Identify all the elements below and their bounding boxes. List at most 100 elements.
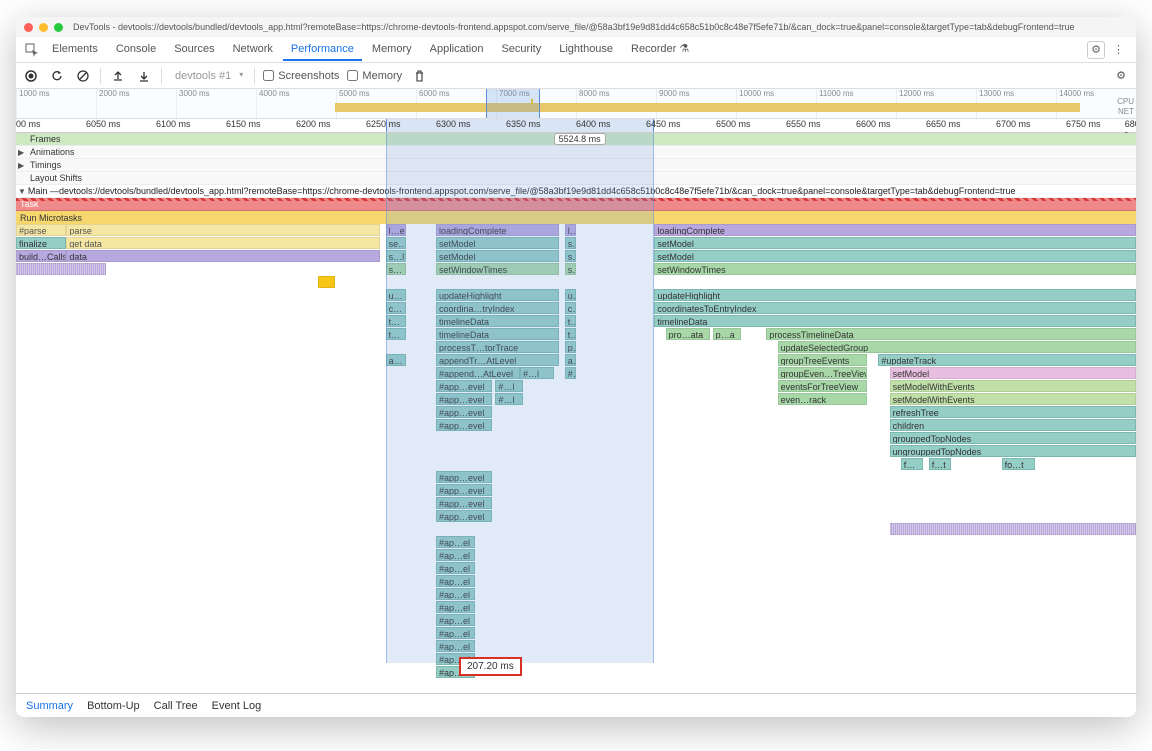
flame-bar[interactable]: coordinatesToEntryIndex [654, 302, 1136, 314]
section-main[interactable]: ▼Main — devtools://devtools/bundled/devt… [16, 185, 1136, 198]
flame-bar[interactable]: loadingComplete [654, 224, 1136, 236]
tab-application[interactable]: Application [422, 39, 492, 61]
flame-bar[interactable]: u… [386, 289, 406, 301]
tab-network[interactable]: Network [225, 39, 281, 61]
flame-bar[interactable]: appendTr…AtLevel [436, 354, 559, 366]
time-ruler[interactable]: 00 ms6050 ms6100 ms6150 ms6200 ms6250 ms… [16, 119, 1136, 133]
flame-bar[interactable]: p…a [713, 328, 741, 340]
flame-bar[interactable]: t… [565, 328, 576, 340]
flame-chart[interactable]: Frames 5524.8 ms ▶Animations ▶Timings La… [16, 133, 1136, 693]
flame-bar[interactable]: parse [66, 224, 380, 236]
flame-bar[interactable]: #app…evel [436, 393, 492, 405]
flame-bar[interactable]: l…e [386, 224, 406, 236]
flame-bar[interactable]: t… [386, 328, 406, 340]
btab-bottom-up[interactable]: Bottom-Up [87, 700, 140, 712]
flame-bar[interactable]: pro…ata [666, 328, 711, 340]
flame-bar[interactable]: #app…evel [436, 484, 492, 496]
flame-bar[interactable]: f… [901, 458, 923, 470]
flame-bar[interactable]: updateHighlight [436, 289, 559, 301]
flame-bar[interactable]: l… [565, 224, 576, 236]
flame-bar[interactable]: setModel [654, 237, 1136, 249]
flame-bar[interactable]: t… [386, 315, 406, 327]
screenshots-checkbox[interactable]: Screenshots [263, 70, 339, 82]
flame-bar[interactable]: processT…torTrace [436, 341, 559, 353]
track-microtasks[interactable]: Run Microtasks [16, 211, 1136, 224]
flame-bar[interactable]: #parse [16, 224, 66, 236]
flame-bar[interactable]: se…l [386, 237, 406, 249]
flame-bar[interactable]: #app…evel [436, 497, 492, 509]
flame-bar[interactable]: c… [565, 302, 576, 314]
track-task[interactable]: Task [16, 198, 1136, 211]
flame-bar[interactable] [318, 276, 335, 288]
flame-bar[interactable]: #ap…el [436, 627, 475, 639]
settings-icon[interactable]: ⚙ [1112, 67, 1130, 85]
record-icon[interactable] [22, 67, 40, 85]
flame-bar[interactable]: setModel [654, 250, 1136, 262]
overview-selection[interactable] [486, 89, 540, 118]
flame-bar[interactable]: #updateTrack [878, 354, 1136, 366]
flame-bar[interactable]: #ap…el [436, 562, 475, 574]
flame-bar[interactable]: p… [565, 341, 576, 353]
tab-console[interactable]: Console [108, 39, 164, 61]
section-timings[interactable]: ▶Timings [16, 159, 1136, 172]
flame-bar[interactable]: t… [565, 315, 576, 327]
flame-bar[interactable]: u… [565, 289, 576, 301]
flame-bar[interactable] [890, 523, 1136, 535]
flame-bar[interactable]: timelineData [436, 328, 559, 340]
clear-icon[interactable] [74, 67, 92, 85]
flame-bar[interactable]: updateSelectedGroup [778, 341, 1136, 353]
flame-bar[interactable]: #ap…el [436, 575, 475, 587]
context-select[interactable]: devtools #1 [170, 68, 246, 84]
flame-bar[interactable]: #…l [495, 380, 523, 392]
flame-bar[interactable]: s… [565, 237, 576, 249]
flame-bar[interactable]: #app…evel [436, 471, 492, 483]
flame-bar[interactable]: eventsForTreeView [778, 380, 868, 392]
flame-bar[interactable]: s… [565, 250, 576, 262]
tab-lighthouse[interactable]: Lighthouse [551, 39, 621, 61]
flame-bar[interactable]: s… [565, 263, 576, 275]
more-icon[interactable]: ⋮ [1107, 43, 1130, 56]
flame-bar[interactable]: ungrouppedTopNodes [890, 445, 1136, 457]
flame-bar[interactable]: #app…evel [436, 406, 492, 418]
flame-bar[interactable]: #ap…el [436, 549, 475, 561]
flame-bar[interactable]: children [890, 419, 1136, 431]
flame-bar[interactable]: #ap…el [436, 601, 475, 613]
flame-bar[interactable]: s… [386, 263, 406, 275]
flame-bar[interactable]: #…l [520, 367, 554, 379]
section-animations[interactable]: ▶Animations [16, 146, 1136, 159]
upload-icon[interactable] [109, 67, 127, 85]
flame-bar[interactable]: timelineData [436, 315, 559, 327]
flame-bar[interactable]: groupTreeEvents [778, 354, 868, 366]
flame-bar[interactable]: even…rack [778, 393, 868, 405]
tab-recorder[interactable]: Recorder ⚗ [623, 38, 697, 61]
flame-bar[interactable] [16, 263, 106, 275]
gear-icon[interactable]: ⚙ [1087, 41, 1105, 59]
btab-summary[interactable]: Summary [26, 700, 73, 712]
tab-memory[interactable]: Memory [364, 39, 420, 61]
btab-call-tree[interactable]: Call Tree [154, 700, 198, 712]
tab-security[interactable]: Security [493, 39, 549, 61]
memory-checkbox[interactable]: Memory [347, 70, 402, 82]
tab-sources[interactable]: Sources [166, 39, 222, 61]
flame-bar[interactable]: setModelWithEvents [890, 393, 1136, 405]
flame-bar[interactable]: #app…evel [436, 380, 492, 392]
flame-bar[interactable]: setModel [436, 250, 559, 262]
flame-bar[interactable]: data [66, 250, 380, 262]
flame-bar[interactable]: refreshTree [890, 406, 1136, 418]
flame-bar[interactable]: #ap…el [436, 588, 475, 600]
download-icon[interactable] [135, 67, 153, 85]
flame-bar[interactable]: setWindowTimes [654, 263, 1136, 275]
flame-bar[interactable]: setModel [890, 367, 1136, 379]
flame-bar[interactable]: fo…t [1002, 458, 1036, 470]
flame-bar[interactable]: #app…evel [436, 510, 492, 522]
flame-bar[interactable]: #ap…el [436, 640, 475, 652]
btab-event-log[interactable]: Event Log [212, 700, 262, 712]
flame-bar[interactable]: setModelWithEvents [890, 380, 1136, 392]
flame-bar[interactable]: processTimelineData [766, 328, 1136, 340]
flame-bar[interactable]: finalize [16, 237, 66, 249]
flame-bar[interactable]: #ap…el [436, 536, 475, 548]
flame-bar[interactable]: timelineData [654, 315, 1136, 327]
flame-bar[interactable]: groupEven…TreeView [778, 367, 868, 379]
flame-bar[interactable]: setModel [436, 237, 559, 249]
tab-performance[interactable]: Performance [283, 39, 362, 61]
